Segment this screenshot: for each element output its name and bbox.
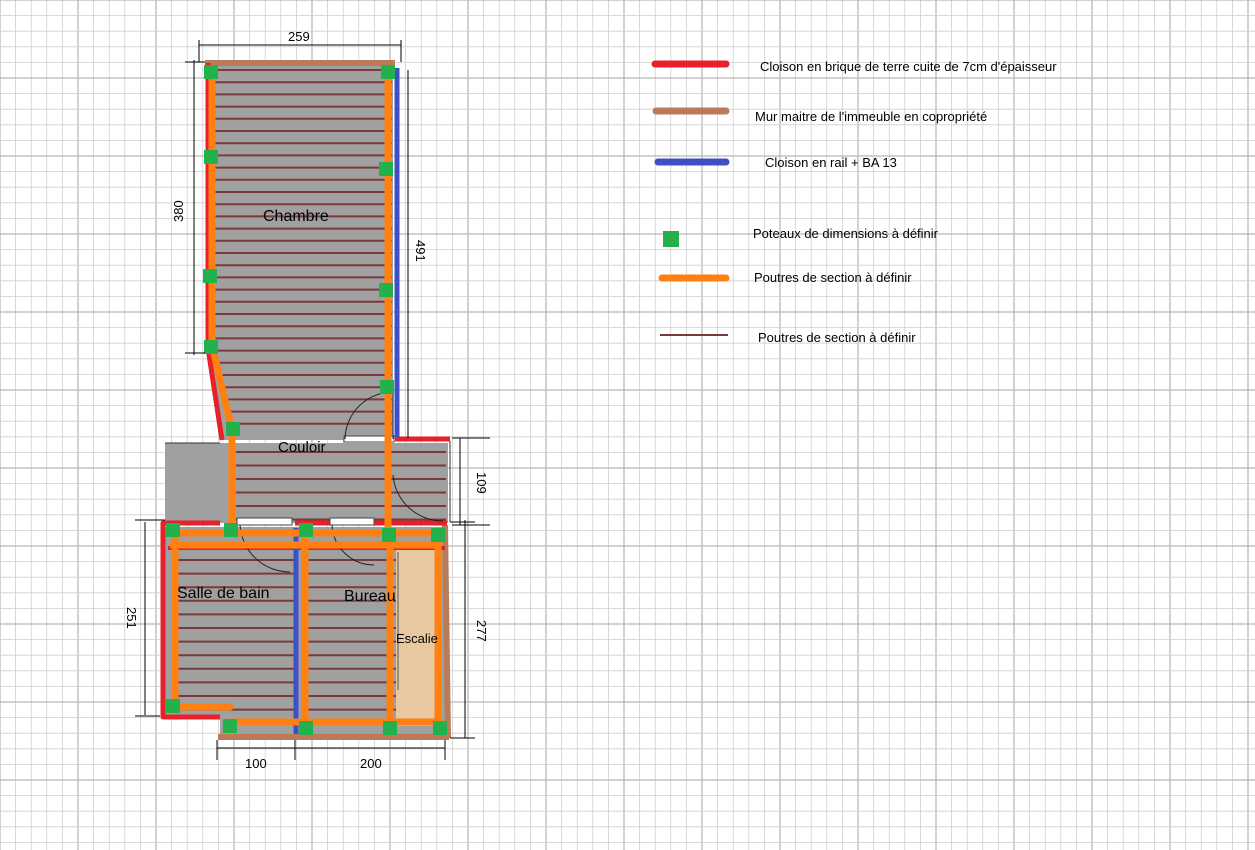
post [166,523,180,537]
post [381,65,395,79]
legend-label-4: Poutres de section à définir [754,270,912,285]
legend-label-5: Poutres de section à définir [758,330,916,345]
post [204,340,218,354]
legend-label-1: Mur maitre de l'immeuble en copropriété [755,109,987,124]
post [299,523,313,537]
post [383,721,397,735]
post [380,380,394,394]
dim-top-width: 259 [288,29,310,44]
legend-label-0: Cloison en brique de terre cuite de 7cm … [760,59,1057,74]
post [224,523,238,537]
post [431,528,445,542]
post [226,422,240,436]
room-label-chambre: Chambre [263,208,329,225]
floor-plan-canvas: Chambre Couloir Salle de bain Bureau Esc… [0,0,1255,850]
post [382,528,396,542]
post [166,699,180,713]
room-label-escalier: Escalie [396,631,438,646]
dim-bottom-right-height: 277 [474,620,489,642]
post [223,719,237,733]
background-grid [0,0,1255,850]
legend-label-3: Poteaux de dimensions à définir [753,226,939,241]
room-label-couloir: Couloir [278,439,326,456]
post [204,65,218,79]
room-label-bureau: Bureau [344,588,396,605]
room-label-salle-de-bain: Salle de bain [177,585,270,602]
dim-bottom-right-width: 200 [360,756,382,771]
dim-corridor-height: 109 [474,472,489,494]
dim-bottom-left-width: 100 [245,756,267,771]
post [379,162,393,176]
dim-right-height: 491 [413,240,428,262]
post [379,283,393,297]
post [203,269,217,283]
dim-bath-height: 251 [124,607,139,629]
post [433,721,447,735]
dim-left-height: 380 [171,200,186,222]
legend-label-2: Cloison en rail + BA 13 [765,155,897,170]
legend: Cloison en brique de terre cuite de 7cm … [651,59,1057,345]
legend-icon-3 [663,231,679,247]
post [204,150,218,164]
post [299,721,313,735]
